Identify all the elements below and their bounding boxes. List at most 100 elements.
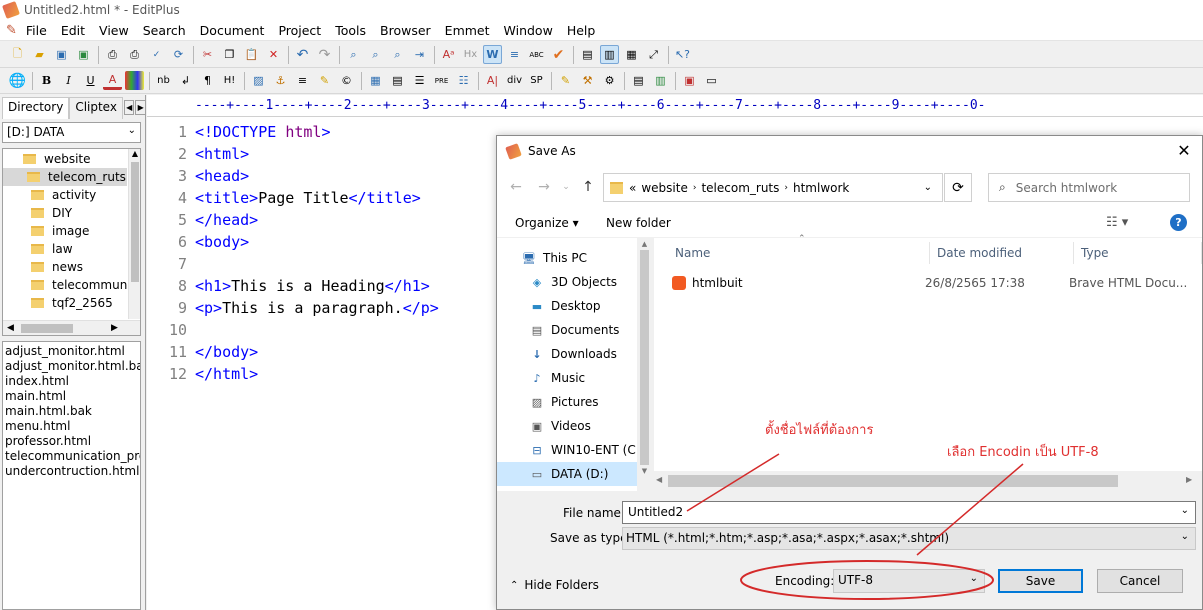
open-folder-icon[interactable]: ▰	[30, 45, 49, 64]
list-icon[interactable]: ☷	[454, 71, 473, 90]
scroll-left-icon[interactable]: ◀	[7, 323, 14, 333]
menu-project[interactable]: Project	[271, 23, 328, 38]
menu-edit[interactable]: Edit	[54, 23, 92, 38]
menu-tools[interactable]: Tools	[328, 23, 373, 38]
list-item[interactable]: main.html.bak	[3, 404, 140, 419]
html-toolbar-icon[interactable]: ▤	[629, 71, 648, 90]
preview-icon[interactable]: ▣	[680, 71, 699, 90]
tree-item[interactable]: telecommuni	[3, 276, 131, 294]
list-item[interactable]: main.html	[3, 389, 140, 404]
format-icon[interactable]: A|	[483, 71, 502, 90]
tree-item[interactable]: law	[3, 240, 127, 258]
new-file-icon[interactable]: 🗋	[8, 45, 27, 64]
menu-document[interactable]: Document	[193, 23, 272, 38]
bold-icon[interactable]: B	[37, 71, 56, 90]
tree-horizontal-scrollbar[interactable]: ◀ ▶	[3, 320, 140, 335]
list-item[interactable]: menu.html	[3, 419, 140, 434]
div-icon[interactable]: div	[505, 71, 524, 90]
align-center-icon[interactable]: ☰	[410, 71, 429, 90]
output-window-icon[interactable]: ▦	[622, 45, 641, 64]
tree-item[interactable]: news	[3, 258, 127, 276]
save-all-icon[interactable]: ▣	[74, 45, 93, 64]
form-icon[interactable]: ▤	[388, 71, 407, 90]
word-wrap-icon[interactable]: W	[483, 45, 502, 64]
heading-icon[interactable]: Hx	[461, 45, 480, 64]
italic-icon[interactable]: I	[59, 71, 78, 90]
delete-icon[interactable]: ✕	[264, 45, 283, 64]
goto-icon[interactable]: ⇥	[410, 45, 429, 64]
pre-icon[interactable]: PRE	[432, 71, 451, 90]
tree-item[interactable]: DIY	[3, 204, 127, 222]
paragraph-icon[interactable]: ¶	[198, 71, 217, 90]
ruler-icon[interactable]: ABC	[527, 45, 546, 64]
underline-icon[interactable]: U	[81, 71, 100, 90]
browser-preview-icon[interactable]: ⟳	[169, 45, 188, 64]
check-icon[interactable]: ✔	[549, 45, 568, 64]
tree-item[interactable]: website	[3, 150, 127, 168]
directory-window-icon[interactable]: ▤	[578, 45, 597, 64]
window-icon[interactable]: ▭	[702, 71, 721, 90]
list-item[interactable]: telecommunication_proje	[3, 449, 140, 464]
tree-vertical-scrollbar[interactable]: ▲	[128, 149, 140, 319]
list-item[interactable]: index.html	[3, 374, 140, 389]
globe-icon[interactable]: 🌐	[8, 71, 27, 90]
scrollbar-thumb[interactable]	[21, 324, 73, 333]
undo-icon[interactable]: ↶	[293, 45, 312, 64]
image-icon[interactable]: ▨	[249, 71, 268, 90]
wand-icon[interactable]: ⚒	[578, 71, 597, 90]
font-color-icon[interactable]: A	[103, 71, 122, 90]
save-icon[interactable]: ▣	[52, 45, 71, 64]
menu-window[interactable]: Window	[497, 23, 560, 38]
replace-icon[interactable]: ⌕	[366, 45, 385, 64]
span-icon[interactable]: SP	[527, 71, 546, 90]
copy-icon[interactable]: ❐	[220, 45, 239, 64]
list-item[interactable]: adjust_monitor.html	[3, 344, 140, 359]
highlight-icon[interactable]: ✎	[315, 71, 334, 90]
horizontal-rule-icon[interactable]: H!	[220, 71, 239, 90]
tree-item[interactable]: tqf2_2565	[3, 294, 127, 312]
tree-item[interactable]: image	[3, 222, 127, 240]
menu-browser[interactable]: Browser	[373, 23, 438, 38]
tab-scroll-right-icon[interactable]: ▶	[135, 100, 146, 115]
cut-icon[interactable]: ✂	[198, 45, 217, 64]
nbsp-icon[interactable]: nb	[154, 71, 173, 90]
scrollbar-thumb[interactable]	[131, 162, 139, 282]
tab-scroll-left-icon[interactable]: ◀	[123, 100, 135, 115]
menu-emmet[interactable]: Emmet	[438, 23, 497, 38]
paste-icon[interactable]: 📋	[242, 45, 261, 64]
layout-icon[interactable]: ▥	[651, 71, 670, 90]
tree-item[interactable]: activity	[3, 186, 127, 204]
list-item[interactable]: undercontruction.html	[3, 464, 140, 479]
cliptext-window-icon[interactable]: ▥	[600, 45, 619, 64]
menu-view[interactable]: View	[92, 23, 136, 38]
color-picker-icon[interactable]	[125, 71, 144, 90]
font-icon[interactable]: Aᵃ	[439, 45, 458, 64]
list-item[interactable]: professor.html	[3, 434, 140, 449]
print-preview-icon[interactable]: ⎙	[103, 45, 122, 64]
context-help-icon[interactable]: ↖?	[673, 45, 692, 64]
menu-file[interactable]: File	[19, 23, 54, 38]
find-in-files-icon[interactable]: ⌕	[388, 45, 407, 64]
find-icon[interactable]: ⌕	[344, 45, 363, 64]
line-break-icon[interactable]: ↲	[176, 71, 195, 90]
drive-select[interactable]: [D:] DATA ⌄	[2, 122, 141, 143]
line-number-icon[interactable]: ≡	[505, 45, 524, 64]
tab-cliptext[interactable]: Cliptex	[69, 97, 123, 119]
anchor-icon[interactable]: ⚓	[271, 71, 290, 90]
copyright-icon[interactable]: ©	[337, 71, 356, 90]
edit-icon[interactable]: ✎	[556, 71, 575, 90]
table-icon[interactable]: ▦	[366, 71, 385, 90]
fullscreen-icon[interactable]: ⤢	[644, 45, 663, 64]
tab-directory[interactable]: Directory	[2, 97, 70, 119]
scroll-right-icon[interactable]: ▶	[111, 323, 118, 333]
spell-check-icon[interactable]: ✓	[147, 45, 166, 64]
tools-icon[interactable]: ⚙	[600, 71, 619, 90]
scroll-up-icon[interactable]: ▲	[129, 149, 140, 158]
list-item[interactable]: adjust_monitor.html.bak	[3, 359, 140, 374]
comment-icon[interactable]: ≡	[293, 71, 312, 90]
menu-search[interactable]: Search	[136, 23, 193, 38]
menu-help[interactable]: Help	[560, 23, 603, 38]
redo-icon[interactable]: ↷	[315, 45, 334, 64]
print-icon[interactable]: ⎙	[125, 45, 144, 64]
tree-item-selected[interactable]: telecom_ruts	[3, 168, 127, 186]
